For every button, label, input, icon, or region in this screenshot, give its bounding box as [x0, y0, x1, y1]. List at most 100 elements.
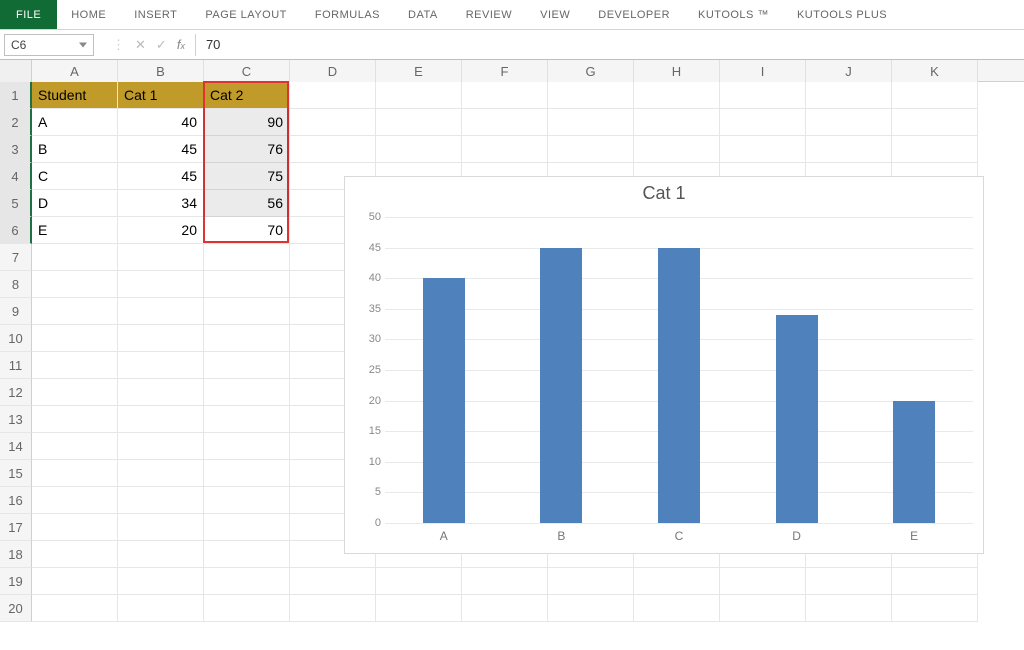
col-header-G[interactable]: G — [548, 60, 634, 82]
row-header-20[interactable]: 20 — [0, 595, 32, 622]
cell-E2[interactable] — [376, 109, 462, 136]
cell-J3[interactable] — [806, 136, 892, 163]
cell-F20[interactable] — [462, 595, 548, 622]
cell-E1[interactable] — [376, 82, 462, 109]
cell-B17[interactable] — [118, 514, 204, 541]
chart-bar-B[interactable] — [540, 248, 582, 523]
cell-B4[interactable]: 45 — [118, 163, 204, 190]
cell-K2[interactable] — [892, 109, 978, 136]
cell-A11[interactable] — [32, 352, 118, 379]
cell-B7[interactable] — [118, 244, 204, 271]
select-all-triangle[interactable] — [0, 60, 32, 82]
col-header-J[interactable]: J — [806, 60, 892, 82]
cell-A17[interactable] — [32, 514, 118, 541]
row-header-18[interactable]: 18 — [0, 541, 32, 568]
chart-bar-E[interactable] — [893, 401, 935, 523]
cell-B10[interactable] — [118, 325, 204, 352]
row-header-8[interactable]: 8 — [0, 271, 32, 298]
cell-B13[interactable] — [118, 406, 204, 433]
cell-G20[interactable] — [548, 595, 634, 622]
cell-A5[interactable]: D — [32, 190, 118, 217]
cell-A6[interactable]: E — [32, 217, 118, 244]
cell-F19[interactable] — [462, 568, 548, 595]
cell-D19[interactable] — [290, 568, 376, 595]
cell-H2[interactable] — [634, 109, 720, 136]
cell-G19[interactable] — [548, 568, 634, 595]
cell-C8[interactable] — [204, 271, 290, 298]
cell-C4[interactable]: 75 — [204, 163, 290, 190]
cell-I1[interactable] — [720, 82, 806, 109]
ribbon-tab-page-layout[interactable]: PAGE LAYOUT — [191, 0, 301, 29]
cell-F2[interactable] — [462, 109, 548, 136]
col-header-D[interactable]: D — [290, 60, 376, 82]
cell-C12[interactable] — [204, 379, 290, 406]
ribbon-tab-home[interactable]: HOME — [57, 0, 120, 29]
cell-D2[interactable] — [290, 109, 376, 136]
cell-I19[interactable] — [720, 568, 806, 595]
cell-J20[interactable] — [806, 595, 892, 622]
row-header-7[interactable]: 7 — [0, 244, 32, 271]
cell-A18[interactable] — [32, 541, 118, 568]
cell-A7[interactable] — [32, 244, 118, 271]
cell-B3[interactable]: 45 — [118, 136, 204, 163]
ribbon-tab-insert[interactable]: INSERT — [120, 0, 191, 29]
cell-F1[interactable] — [462, 82, 548, 109]
ribbon-tab-kutools-[interactable]: KUTOOLS ™ — [684, 0, 783, 29]
row-header-6[interactable]: 6 — [0, 217, 32, 244]
row-header-13[interactable]: 13 — [0, 406, 32, 433]
cell-C9[interactable] — [204, 298, 290, 325]
row-header-19[interactable]: 19 — [0, 568, 32, 595]
name-box[interactable]: C6 — [4, 34, 94, 56]
cell-A15[interactable] — [32, 460, 118, 487]
cell-A13[interactable] — [32, 406, 118, 433]
row-header-9[interactable]: 9 — [0, 298, 32, 325]
cell-B15[interactable] — [118, 460, 204, 487]
cell-A10[interactable] — [32, 325, 118, 352]
cell-D1[interactable] — [290, 82, 376, 109]
cell-C7[interactable] — [204, 244, 290, 271]
cell-B19[interactable] — [118, 568, 204, 595]
cell-C18[interactable] — [204, 541, 290, 568]
row-header-1[interactable]: 1 — [0, 82, 32, 109]
ribbon-tab-data[interactable]: DATA — [394, 0, 452, 29]
cell-C15[interactable] — [204, 460, 290, 487]
ribbon-tab-kutools-plus[interactable]: KUTOOLS PLUS — [783, 0, 901, 29]
cell-C1[interactable]: Cat 2 — [204, 82, 290, 109]
cell-C10[interactable] — [204, 325, 290, 352]
cell-D20[interactable] — [290, 595, 376, 622]
cell-C11[interactable] — [204, 352, 290, 379]
cell-J1[interactable] — [806, 82, 892, 109]
cell-B2[interactable]: 40 — [118, 109, 204, 136]
ribbon-tab-developer[interactable]: DEVELOPER — [584, 0, 684, 29]
cell-A20[interactable] — [32, 595, 118, 622]
ribbon-tab-formulas[interactable]: FORMULAS — [301, 0, 394, 29]
row-header-14[interactable]: 14 — [0, 433, 32, 460]
cell-A16[interactable] — [32, 487, 118, 514]
cell-B6[interactable]: 20 — [118, 217, 204, 244]
cell-C6[interactable]: 70 — [204, 217, 290, 244]
cell-C19[interactable] — [204, 568, 290, 595]
row-header-5[interactable]: 5 — [0, 190, 32, 217]
cell-G2[interactable] — [548, 109, 634, 136]
cell-K1[interactable] — [892, 82, 978, 109]
cell-B12[interactable] — [118, 379, 204, 406]
cell-B11[interactable] — [118, 352, 204, 379]
row-header-10[interactable]: 10 — [0, 325, 32, 352]
cell-J2[interactable] — [806, 109, 892, 136]
cell-A14[interactable] — [32, 433, 118, 460]
row-header-12[interactable]: 12 — [0, 379, 32, 406]
cell-B8[interactable] — [118, 271, 204, 298]
cell-C5[interactable]: 56 — [204, 190, 290, 217]
chart-bar-A[interactable] — [423, 278, 465, 523]
row-header-3[interactable]: 3 — [0, 136, 32, 163]
cell-B9[interactable] — [118, 298, 204, 325]
col-header-K[interactable]: K — [892, 60, 978, 82]
cell-E3[interactable] — [376, 136, 462, 163]
spreadsheet-grid[interactable]: ABCDEFGHIJK 1234567891011121314151617181… — [0, 60, 1024, 650]
ribbon-tab-view[interactable]: VIEW — [526, 0, 584, 29]
col-header-C[interactable]: C — [204, 60, 290, 82]
cell-K3[interactable] — [892, 136, 978, 163]
chart-cat1[interactable]: Cat 1 05101520253035404550ABCDE — [344, 176, 984, 554]
cell-C3[interactable]: 76 — [204, 136, 290, 163]
col-header-A[interactable]: A — [32, 60, 118, 82]
